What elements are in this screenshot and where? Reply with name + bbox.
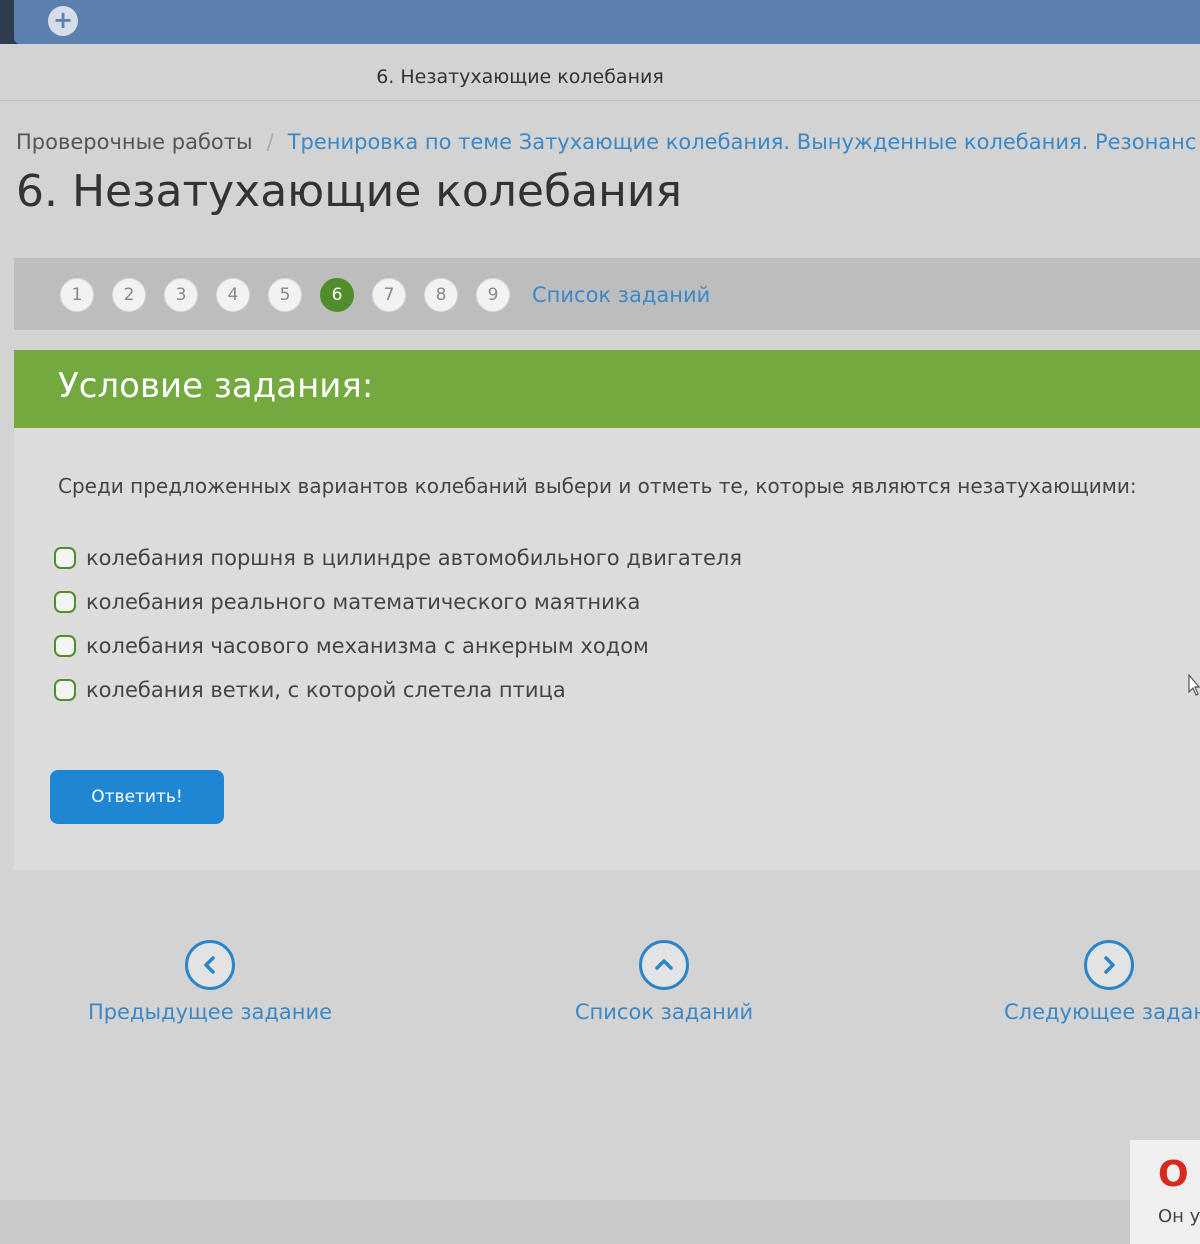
next-task-label[interactable]: Следующее задани	[1004, 1000, 1200, 1024]
pager-item-7[interactable]: 7	[372, 278, 406, 312]
pager-item-8[interactable]: 8	[424, 278, 458, 312]
pager-item-5[interactable]: 5	[268, 278, 302, 312]
breadcrumb: Проверочные работы / Тренировка по теме За…	[16, 130, 1196, 154]
mouse-cursor-icon	[1188, 673, 1200, 696]
corner-popup-text: Он у	[1158, 1206, 1200, 1227]
task-list-link[interactable]: Список заданий	[532, 283, 710, 307]
submit-answer-button[interactable]: Ответить!	[50, 770, 224, 824]
breadcrumb-separator: /	[266, 130, 274, 154]
chevron-up-icon[interactable]	[639, 940, 689, 990]
new-tab-button[interactable]: +	[48, 6, 78, 36]
pager-item-1[interactable]: 1	[60, 278, 94, 312]
checkbox[interactable]	[54, 635, 76, 657]
checkbox[interactable]	[54, 591, 76, 613]
task-card: Условие задания: Среди предложенных вари…	[14, 350, 1200, 870]
page: 6. Незатухающие колебания Проверочные ра…	[0, 44, 1200, 1244]
opera-logo-icon: O	[1158, 1154, 1189, 1195]
breadcrumb-root[interactable]: Проверочные работы	[16, 130, 253, 154]
answer-option-label: колебания часового механизма с анкерным …	[86, 634, 649, 658]
answer-option-2[interactable]: колебания реального математического маят…	[54, 580, 742, 624]
next-task-nav[interactable]: Следующее задани	[962, 940, 1200, 1024]
divider	[0, 100, 1200, 101]
task-card-title: Условие задания:	[58, 366, 374, 406]
answer-option-4[interactable]: колебания ветки, с которой слетела птица	[54, 668, 742, 712]
task-pager: 1 2 3 4 5 6 7 8 9 Список заданий	[14, 258, 1200, 330]
answer-options: колебания поршня в цилиндре автомобильно…	[54, 536, 742, 712]
pager-items: 1 2 3 4 5 6 7 8 9 Список заданий	[60, 278, 710, 312]
browser-tab-title: 6. Незатухающие колебания	[376, 66, 664, 88]
prev-task-label[interactable]: Предыдущее задание	[60, 1000, 360, 1024]
task-card-header: Условие задания:	[14, 350, 1200, 428]
pager-item-9[interactable]: 9	[476, 278, 510, 312]
prev-task-nav[interactable]: Предыдущее задание	[60, 940, 360, 1024]
answer-option-label: колебания поршня в цилиндре автомобильно…	[86, 546, 742, 570]
answer-option-3[interactable]: колебания часового механизма с анкерным …	[54, 624, 742, 668]
task-list-label[interactable]: Список заданий	[514, 1000, 814, 1024]
browser-tab-strip: +	[14, 0, 1200, 44]
answer-option-1[interactable]: колебания поршня в цилиндре автомобильно…	[54, 536, 742, 580]
page-title: 6. Незатухающие колебания	[16, 166, 682, 217]
pager-item-2[interactable]: 2	[112, 278, 146, 312]
task-question: Среди предложенных вариантов колебаний в…	[58, 474, 1137, 498]
answer-option-label: колебания реального математического маят…	[86, 590, 641, 614]
answer-option-label: колебания ветки, с которой слетела птица	[86, 678, 566, 702]
chevron-left-icon[interactable]	[185, 940, 235, 990]
chevron-right-icon[interactable]	[1084, 940, 1134, 990]
checkbox[interactable]	[54, 679, 76, 701]
pager-item-3[interactable]: 3	[164, 278, 198, 312]
pager-item-6-active[interactable]: 6	[320, 278, 354, 312]
pager-item-4[interactable]: 4	[216, 278, 250, 312]
task-list-nav[interactable]: Список заданий	[514, 940, 814, 1024]
checkbox[interactable]	[54, 547, 76, 569]
breadcrumb-current-link[interactable]: Тренировка по теме Затухающие колебания.…	[288, 130, 1197, 154]
corner-popup[interactable]: O Он у	[1130, 1140, 1200, 1244]
